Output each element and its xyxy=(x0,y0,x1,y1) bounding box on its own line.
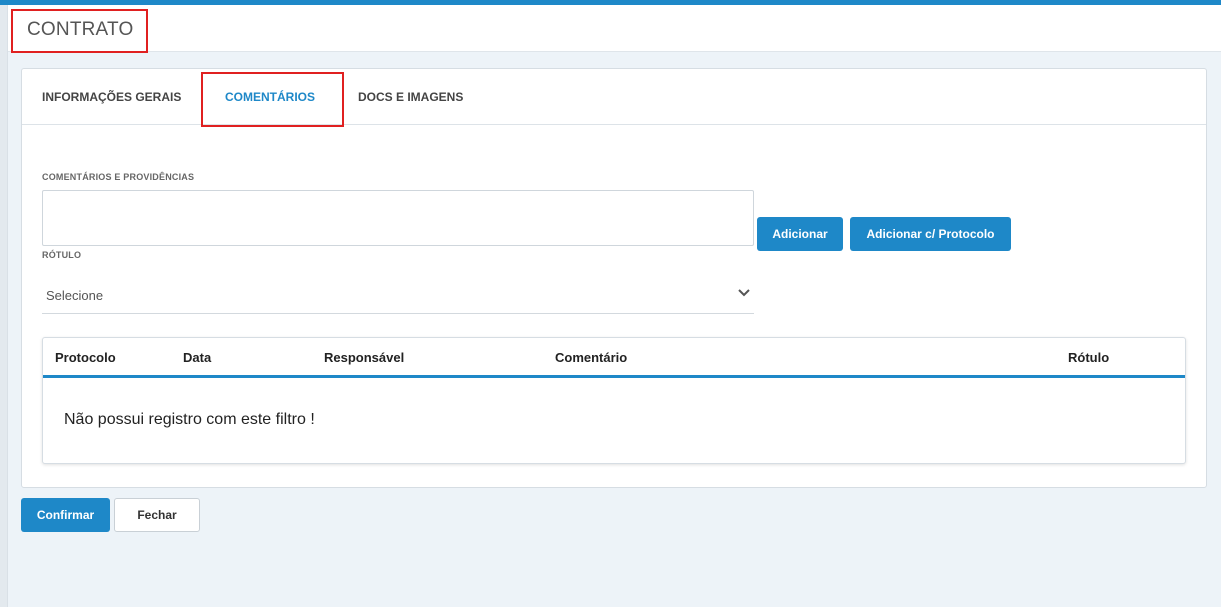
column-header-protocolo[interactable]: Protocolo xyxy=(55,350,116,365)
column-header-data[interactable]: Data xyxy=(183,350,211,365)
add-button[interactable]: Adicionar xyxy=(757,217,843,251)
chevron-down-icon xyxy=(738,289,750,297)
add-with-protocol-button[interactable]: Adicionar c/ Protocolo xyxy=(850,217,1011,251)
tab-informacoes-gerais[interactable]: INFORMAÇÕES GERAIS xyxy=(42,69,181,125)
rotulo-select-value: Selecione xyxy=(46,288,104,303)
comments-label: COMENTÁRIOS E PROVIDÊNCIAS xyxy=(42,172,195,182)
rotulo-label: RÓTULO xyxy=(42,250,82,260)
page-title: CONTRATO xyxy=(11,9,148,53)
column-header-responsavel[interactable]: Responsável xyxy=(324,350,404,365)
page-header: CONTRATO xyxy=(8,5,1221,53)
rotulo-select[interactable]: Selecione xyxy=(42,277,754,314)
column-header-comentario[interactable]: Comentário xyxy=(555,350,627,365)
comments-input[interactable] xyxy=(42,190,754,246)
contract-card: INFORMAÇÕES GERAIS COMENTÁRIOS DOCS E IM… xyxy=(21,68,1207,488)
close-button[interactable]: Fechar xyxy=(114,498,200,532)
table-header: Protocolo Data Responsável Comentário Ró… xyxy=(43,338,1185,378)
column-header-rotulo[interactable]: Rótulo xyxy=(1068,350,1109,365)
empty-table-message: Não possui registro com este filtro ! xyxy=(64,411,315,428)
tab-bar: INFORMAÇÕES GERAIS COMENTÁRIOS DOCS E IM… xyxy=(22,69,1206,127)
left-edge-panel xyxy=(0,5,8,607)
comments-table: Protocolo Data Responsável Comentário Ró… xyxy=(42,337,1186,464)
tab-comentarios[interactable]: COMENTÁRIOS xyxy=(225,69,315,125)
confirm-button[interactable]: Confirmar xyxy=(21,498,110,532)
tab-docs-e-imagens[interactable]: DOCS E IMAGENS xyxy=(358,69,463,125)
